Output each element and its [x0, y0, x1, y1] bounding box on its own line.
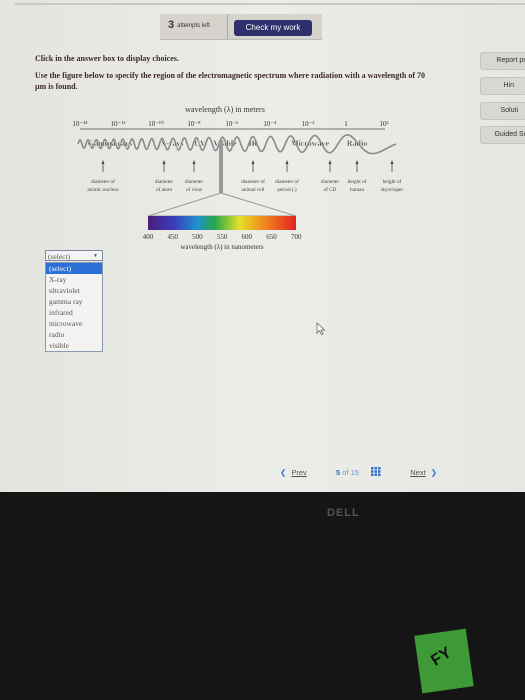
nm-axis-title: wavelength (λ) in nanometers	[180, 243, 264, 251]
answer-options-list: (select) X-ray ultraviolet gamma ray infrare…	[45, 262, 103, 352]
caption-text: atomic nucleus	[87, 187, 118, 193]
select-option[interactable]: ultraviolet	[46, 285, 102, 296]
caption-text: skyscraper	[381, 187, 403, 193]
region-label: UV	[194, 139, 206, 148]
caption-text: diameter	[185, 179, 203, 185]
caption-text: human	[350, 187, 365, 193]
select-option[interactable]: microwave	[46, 318, 102, 329]
answer-select[interactable]: (select) ▼	[45, 250, 103, 261]
top-tick-label: 10⁻¹⁴	[72, 120, 88, 128]
nm-tick-label: 700	[291, 233, 302, 241]
top-tick-label: 10⁻⁴	[263, 120, 277, 128]
select-option[interactable]: (select)	[46, 263, 102, 274]
region-label: Visible	[213, 139, 237, 148]
top-tick-label: 10⁻¹⁰	[148, 120, 164, 128]
nm-tick-label: 400	[143, 233, 154, 241]
caption-text: animal cell	[242, 187, 265, 193]
current-question: 5	[336, 468, 341, 477]
caption-text: diameter of	[91, 178, 115, 185]
select-option[interactable]: visible	[46, 340, 102, 351]
arrowhead-icon	[251, 160, 255, 164]
dropdown-arrow-icon: ▼	[93, 254, 98, 259]
visible-zoom-lines	[147, 192, 297, 217]
em-spectrum-figure: wavelength (λ) in meters 10⁻¹⁴ 10⁻¹² 10⁻¹⁰…	[72, 105, 403, 251]
nm-tick-label: 600	[242, 233, 253, 241]
prev-button[interactable]: Prev	[291, 468, 306, 477]
nm-tick-label: 550	[217, 233, 228, 241]
top-tick-label: 10⁻⁸	[187, 120, 201, 128]
arrowhead-icon	[390, 160, 394, 164]
region-label: IR	[249, 139, 258, 148]
top-axis-title: wavelength (λ) in meters	[185, 105, 265, 114]
caption-text: of CD	[324, 186, 337, 193]
top-tick-label: 10⁻⁶	[225, 120, 239, 128]
arrowhead-icon	[101, 160, 105, 164]
caption-text: of virus	[186, 186, 202, 193]
caption-text: diameter of	[275, 178, 299, 185]
arrowhead-icon	[285, 160, 289, 164]
select-value: (select)	[48, 252, 71, 261]
next-chevron-icon[interactable]: ❯	[431, 468, 437, 477]
select-option[interactable]: gamma ray	[46, 296, 102, 307]
of-label: of	[342, 468, 349, 477]
grid-icon[interactable]	[371, 467, 381, 476]
region-label: Gamma rays	[88, 139, 132, 148]
caption-text: of atom	[156, 186, 172, 193]
visible-zoom-stem	[219, 140, 223, 193]
caption-text: height of	[383, 178, 402, 185]
top-tick-label: 10⁻²	[302, 120, 315, 128]
green-sticker: FY	[414, 628, 474, 694]
browser-screen: 3 attempts left Check my work Report pr H…	[0, 0, 525, 492]
select-option[interactable]: infrared	[46, 307, 102, 318]
top-tick-label: 1	[344, 120, 348, 128]
nm-tick-label: 650	[266, 233, 277, 241]
caption-text: diameter	[155, 179, 173, 185]
prev-chevron-icon[interactable]: ❮	[280, 468, 286, 477]
nm-tick-label: 450	[167, 233, 178, 241]
arrowhead-icon	[355, 160, 359, 164]
select-option[interactable]: X-ray	[46, 274, 102, 285]
top-tick-label: 10⁻¹²	[111, 120, 126, 128]
select-option[interactable]: radio	[46, 329, 102, 340]
region-label: Microwave	[291, 139, 330, 148]
visible-spectrum-bar	[148, 216, 296, 230]
mouse-cursor-icon	[316, 322, 326, 336]
caption-text: height of	[348, 178, 367, 185]
next-button[interactable]: Next	[410, 468, 425, 477]
caption-text: diameter of	[241, 178, 265, 185]
region-label: X-rays	[160, 139, 183, 148]
caption-text: period (.)	[277, 186, 297, 193]
caption-text: diameter	[321, 179, 339, 185]
arrowhead-icon	[328, 160, 332, 164]
arrowhead-icon	[192, 160, 196, 164]
top-tick-label: 10²	[379, 120, 388, 128]
region-label: Radio	[347, 139, 367, 148]
monitor-brand-logo: DELL	[327, 507, 360, 519]
total-questions: 15	[350, 468, 359, 477]
nm-tick-label: 500	[192, 233, 203, 241]
sticker-text: FY	[428, 644, 455, 670]
arrowhead-icon	[162, 160, 166, 164]
question-navigation: ❮ Prev 5 of 15 Next ❯	[280, 467, 437, 477]
